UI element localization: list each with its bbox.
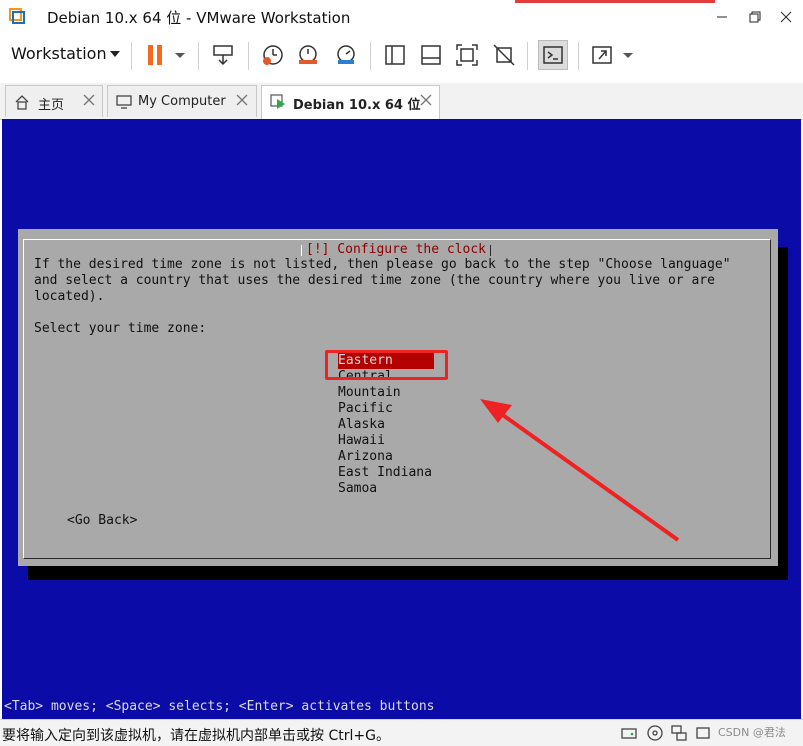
highlight-annotation-box	[325, 350, 448, 380]
fullscreen-icon[interactable]	[454, 42, 480, 68]
send-ctrl-alt-del-icon[interactable]	[210, 42, 236, 68]
keyboard-hint: <Tab> moves; <Space> selects; <Enter> ac…	[4, 699, 435, 714]
unity-icon[interactable]	[491, 42, 517, 68]
toolbar-separator	[370, 42, 371, 70]
status-bar: 要将输入定向到该虚拟机，请在虚拟机内部单击或按 Ctrl+G。 CSDN @君法	[0, 719, 803, 746]
toolbar-separator	[527, 42, 528, 70]
timezone-option-samoa[interactable]: Samoa	[338, 481, 434, 497]
timezone-option-alaska[interactable]: Alaska	[338, 417, 434, 433]
toolbar-separator	[131, 42, 132, 70]
go-back-button[interactable]: <Go Back>	[67, 513, 137, 529]
vmware-logo-icon	[9, 8, 25, 24]
status-message: 要将输入定向到该虚拟机，请在虚拟机内部单击或按 Ctrl+G。	[2, 728, 390, 744]
revert-snapshot-icon[interactable]	[295, 42, 321, 68]
snapshot-icon[interactable]	[260, 42, 286, 68]
sidebar-toggle-icon[interactable]	[382, 42, 408, 68]
home-icon	[14, 94, 30, 110]
decorative-strip	[515, 0, 715, 3]
watermark-text: CSDN @君法	[718, 726, 786, 739]
stretch-dropdown-icon[interactable]	[620, 42, 646, 68]
pause-dropdown-icon[interactable]	[172, 42, 198, 68]
pause-icon[interactable]	[143, 42, 169, 68]
tab-home[interactable]: 主页	[5, 85, 103, 117]
tab-debian-vm[interactable]: Debian 10.x 64 位	[261, 85, 440, 119]
timezone-option-east-indiana[interactable]: East Indiana	[338, 465, 434, 481]
tab-label: Debian 10.x 64 位	[293, 98, 421, 113]
toolbar-separator	[248, 42, 249, 70]
computer-icon	[116, 94, 132, 110]
usb-icon[interactable]	[694, 724, 712, 742]
tab-my-computer[interactable]: My Computer	[107, 85, 257, 117]
stretch-icon[interactable]	[590, 42, 616, 68]
close-icon[interactable]	[82, 93, 96, 107]
timezone-prompt: Select your time zone:	[34, 321, 207, 336]
close-window-button[interactable]	[774, 6, 798, 28]
workstation-menu[interactable]: Workstation	[11, 44, 107, 63]
toolbar: Workstation	[0, 34, 803, 76]
window-title: Debian 10.x 64 位 - VMware Workstation	[47, 9, 351, 27]
maximize-button[interactable]	[743, 6, 767, 28]
tab-label: My Computer	[138, 94, 226, 109]
title-bar: Debian 10.x 64 位 - VMware Workstation	[0, 0, 803, 34]
snapshot-manager-icon[interactable]	[333, 42, 359, 68]
terminal-icon[interactable]	[538, 40, 568, 70]
vm-icon	[270, 94, 286, 110]
close-icon[interactable]	[419, 93, 433, 107]
toolbar-separator	[198, 42, 199, 70]
hard-disk-icon[interactable]	[620, 724, 638, 742]
minimize-button[interactable]	[710, 6, 734, 28]
arrow-annotation-icon	[470, 395, 685, 545]
chevron-down-icon[interactable]	[110, 51, 120, 57]
timezone-option-mountain[interactable]: Mountain	[338, 385, 434, 401]
timezone-option-hawaii[interactable]: Hawaii	[338, 433, 434, 449]
cd-dvd-icon[interactable]	[646, 724, 664, 742]
network-icon[interactable]	[670, 724, 688, 742]
tab-bar: 主页 My Computer Debian 10.x 64 位	[0, 83, 803, 120]
timezone-option-pacific[interactable]: Pacific	[338, 401, 434, 417]
close-icon[interactable]	[235, 93, 249, 107]
instructions-text: If the desired time zone is not listed, …	[34, 257, 731, 304]
dialog-title: [!] Configure the clock	[301, 242, 492, 258]
tab-label: 主页	[38, 98, 65, 113]
console-view-icon[interactable]	[418, 42, 444, 68]
toolbar-separator	[578, 42, 579, 70]
timezone-option-arizona[interactable]: Arizona	[338, 449, 434, 465]
